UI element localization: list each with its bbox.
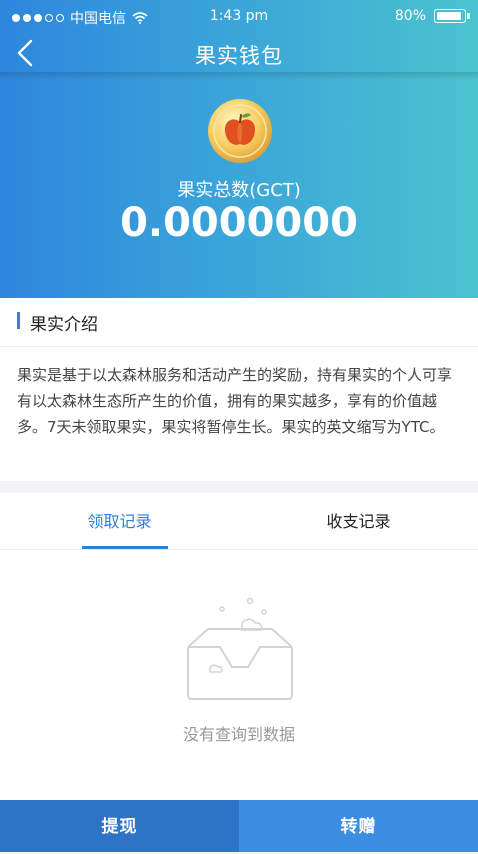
total-value: 0.0000000 [120,200,358,246]
intro-section-header: 果实介绍 [0,298,478,347]
apple-coin-icon [208,99,272,163]
empty-message: 没有查询到数据 [182,725,295,744]
battery-icon [434,9,470,23]
empty-state: 没有查询到数据 [0,550,478,800]
wallet-header: 中国电信 1:43 pm 80% 果实钱包 果实总数(GCT) 0.000000… [0,0,478,298]
page-title: 果实钱包 [195,44,283,68]
navbar: 果实钱包 [0,34,478,72]
battery-percent: 80% [394,8,426,24]
record-tabs: 领取记录 收支记录 [0,493,478,550]
active-tab-indicator [82,546,168,549]
transfer-button[interactable]: 转赠 [239,800,478,852]
tab-transaction-records[interactable]: 收支记录 [239,493,478,549]
section-marker [17,312,20,329]
status-right: 80% [394,8,470,24]
intro-title: 果实介绍 [30,315,98,335]
tab-claim-records[interactable]: 领取记录 [0,493,239,549]
intro-section: 果实是基于以太森林服务和活动产生的奖励，持有果实的个人可享有以太森林生态所产生的… [0,347,478,481]
empty-box-icon [187,597,293,700]
status-bar: 中国电信 1:43 pm 80% [0,0,478,34]
total-label: 果实总数(GCT) [177,180,301,201]
withdraw-button[interactable]: 提现 [0,800,239,852]
navbar-shadow [0,72,478,80]
intro-text: 果实是基于以太森林服务和活动产生的奖励，持有果实的个人可享有以太森林生态所产生的… [17,366,453,436]
